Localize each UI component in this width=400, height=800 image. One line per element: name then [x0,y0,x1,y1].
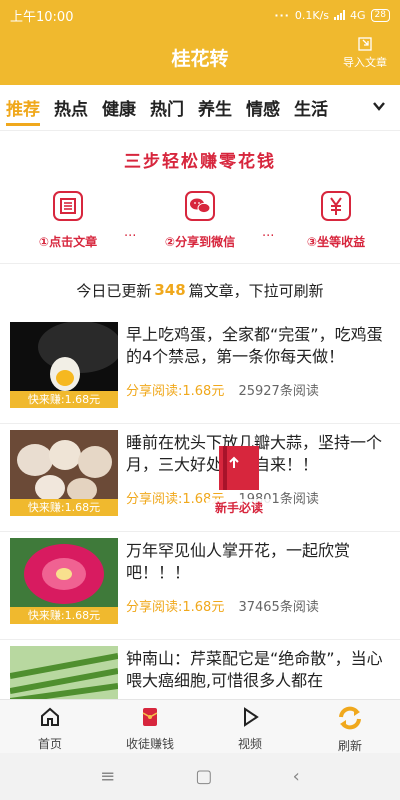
earn-tag: 快来赚:1.68元 [10,391,118,408]
update-suffix: 篇文章，下拉可刷新 [188,281,324,300]
list-item[interactable]: 快来赚:1.68元 睡前在枕头下放几瓣大蒜，坚持一个月，三大好处不请自来！！ 分… [0,424,400,532]
update-notice: 今日已更新 348 篇文章，下拉可刷新 [0,264,400,316]
play-icon [244,707,259,727]
tab-health[interactable]: 健康 [102,87,136,128]
update-count: 348 [154,281,186,299]
status-time: 上午10:00 [10,9,74,25]
list-item[interactable]: 快来赚:1.68元 早上吃鸡蛋，全家都“完蛋”，吃鸡蛋的4个禁忌，第一条你每天做… [0,316,400,424]
step-label: ③坐等收益 [306,235,366,249]
article-title: 万年罕见仙人掌开花，一起欣赏吧！！！ [126,541,351,582]
menu-icon[interactable]: ≡ [100,766,115,787]
share-earn-text: 分享阅读:1.68元 [126,384,225,399]
step-separator: ··· [124,229,137,244]
category-tabs: 推荐 热点 健康 热门 养生 情感 生活 [0,85,400,131]
earn-guide-banner[interactable]: 三步轻松赚零花钱 ①点击文章 ··· ②分享到微信 ··· ③坐等收益 [0,131,400,264]
nav-home[interactable]: 首页 [0,700,100,753]
tab-hot[interactable]: 热点 [54,87,88,128]
nav-label: 首页 [37,737,62,751]
step-click-article: ①点击文章 [8,189,128,250]
status-dots: ··· [274,8,290,22]
book-icon [219,446,259,490]
article-thumbnail: 快来赚:1.68元 [10,430,118,516]
newbie-guide-button[interactable]: 新手必读 [206,440,272,516]
status-icons: ··· 0.1K/s 4G 28 [274,8,390,22]
app-header: 桂花转 导入文章 [0,30,400,85]
home-button-icon[interactable]: ▢ [195,766,212,787]
tab-popular[interactable]: 热门 [150,87,184,128]
wechat-icon [185,191,215,221]
tab-wellness[interactable]: 养生 [198,87,232,128]
yuan-icon [321,191,351,221]
article-title: 早上吃鸡蛋，全家都“完蛋”，吃鸡蛋的4个禁忌，第一条你每天做！ [126,325,383,366]
refresh-icon [339,706,361,730]
nav-invite-earn[interactable]: 收徒赚钱 [100,700,200,753]
update-prefix: 今日已更新 [76,281,152,300]
article-thumbnail [10,646,118,699]
nav-label: 视频 [237,737,262,751]
share-earn-text: 分享阅读:1.68元 [126,600,225,615]
step-earn-income: ③坐等收益 [276,189,396,250]
signal-icon [334,10,346,20]
system-nav-bar: ≡ ▢ ‹ [0,753,400,800]
list-item[interactable]: 快来赚:1.68元 万年罕见仙人掌开花，一起欣赏吧！！！ 分享阅读:1.68元 … [0,532,400,640]
list-item[interactable]: 钟南山：芹菜配它是“绝命散”，当心喂大癌细胞,可惜很多人都在 [0,640,400,699]
article-meta: 分享阅读:1.68元 25927条阅读 [126,380,319,399]
article-meta: 分享阅读:1.68元 37465条阅读 [126,596,319,615]
tab-life[interactable]: 生活 [294,87,328,128]
status-network: 4G [350,8,366,22]
tab-emotion[interactable]: 情感 [246,87,280,128]
read-count: 25927条阅读 [238,384,319,399]
battery-icon: 28 [370,8,390,22]
status-bar: 上午10:00 ··· 0.1K/s 4G 28 [0,0,400,30]
import-label: 导入文章 [343,56,387,69]
nav-refresh[interactable]: 刷新 [300,700,400,753]
import-icon [358,37,372,51]
chevron-down-icon[interactable] [370,97,388,115]
back-icon[interactable]: ‹ [293,766,300,787]
earn-tag: 快来赚:1.68元 [10,607,118,624]
newbie-label: 新手必读 [206,499,272,516]
article-icon [53,191,83,221]
article-thumbnail: 快来赚:1.68元 [10,538,118,624]
article-thumbnail: 快来赚:1.68元 [10,322,118,408]
nav-video[interactable]: 视频 [200,700,300,753]
status-speed: 0.1K/s [294,8,330,22]
tab-recommend[interactable]: 推荐 [6,87,40,128]
step-separator: ··· [262,229,275,244]
banner-headline: 三步轻松赚零花钱 [124,152,276,172]
nav-label: 收徒赚钱 [125,737,174,751]
step-label: ②分享到微信 [164,235,236,249]
read-count: 37465条阅读 [238,600,319,615]
home-icon [41,707,59,726]
step-label: ①点击文章 [38,235,98,249]
nav-label: 刷新 [337,739,362,753]
celery-image [10,646,118,699]
red-envelope-icon [142,708,158,726]
step-share-wechat: ②分享到微信 [140,189,260,250]
bottom-nav: 首页 收徒赚钱 视频 刷新 [0,699,400,753]
article-title: 钟南山：芹菜配它是“绝命散”，当心喂大癌细胞,可惜很多人都在 [126,649,383,690]
earn-tag: 快来赚:1.68元 [10,499,118,516]
import-article-button[interactable]: 导入文章 [338,36,392,70]
